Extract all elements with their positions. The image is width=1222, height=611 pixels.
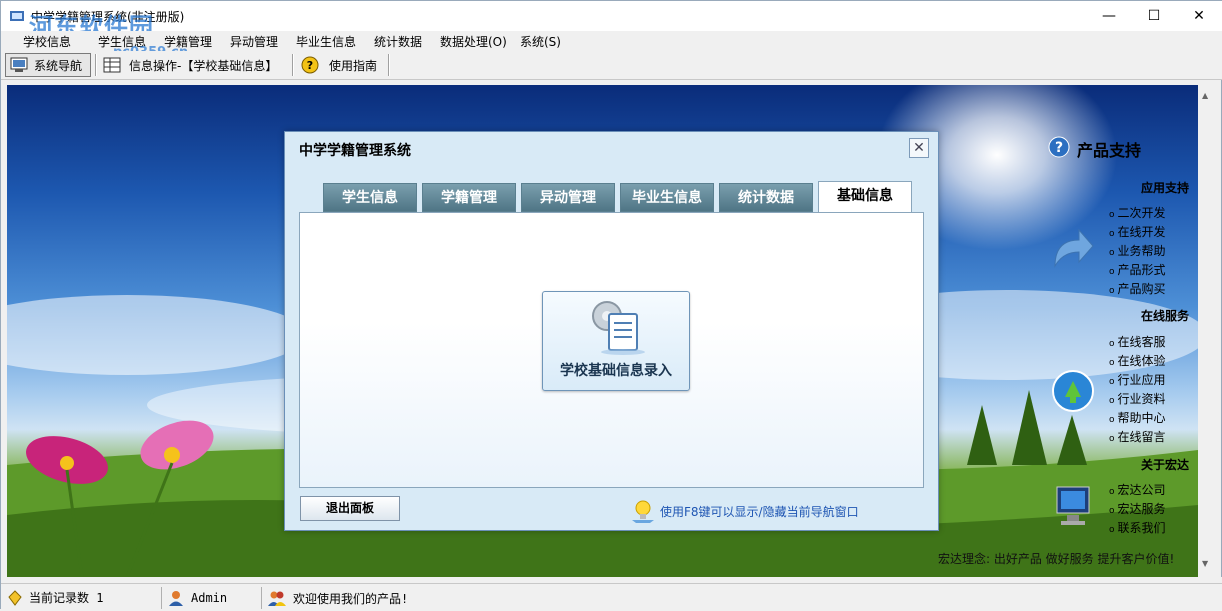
- title-bar: 中学学籍管理系统(非注册版) 河东软件园 — ☐ ✕: [1, 1, 1222, 41]
- close-button[interactable]: ✕: [1176, 1, 1222, 31]
- status-user-text: Admin: [191, 591, 228, 605]
- side-section-app-support: 应用支持: [1141, 181, 1190, 195]
- scroll-down-icon[interactable]: ▼: [1202, 559, 1208, 568]
- guide-button[interactable]: ? 使用指南: [301, 53, 387, 77]
- toolbar-separator: [292, 54, 294, 76]
- scroll-up-icon[interactable]: ▲: [1202, 91, 1208, 100]
- nav-button[interactable]: 系统导航: [5, 53, 91, 77]
- side-link[interactable]: 在线开发: [1109, 223, 1166, 240]
- maximize-icon: ☐: [1147, 8, 1161, 24]
- side-link[interactable]: 业务帮助: [1109, 242, 1166, 259]
- side-section-online-service: 在线服务: [1141, 309, 1190, 323]
- lightbulb-icon: [632, 500, 654, 523]
- f8-hint-text: 使用F8键可以显示/隐藏当前导航窗口: [660, 504, 859, 519]
- guide-label: 使用指南: [329, 58, 378, 73]
- dialog-close-button[interactable]: ✕: [909, 138, 929, 158]
- app-window: 中学学籍管理系统(非注册版) 河东软件园 — ☐ ✕ 学校信息 学生信息 学籍管…: [0, 0, 1222, 611]
- side-link[interactable]: 行业应用: [1109, 371, 1166, 388]
- pin-icon: [8, 589, 22, 606]
- status-records: 当前记录数 1: [7, 589, 103, 606]
- computer-icon: [1056, 486, 1090, 525]
- menu-system[interactable]: 系统(S): [520, 33, 561, 50]
- maximize-button[interactable]: ☐: [1131, 1, 1177, 31]
- app-icon: [10, 11, 24, 21]
- svg-text:?: ?: [1055, 140, 1063, 156]
- dialog-title: 中学学籍管理系统: [299, 143, 411, 159]
- navigation-dialog: 中学学籍管理系统 ✕ 学生信息 学籍管理 异动管理 毕业生信息 统计数据 基础信…: [284, 131, 939, 531]
- side-link[interactable]: 联系我们: [1109, 519, 1166, 536]
- status-welcome-text: 欢迎使用我们的产品!: [293, 591, 409, 606]
- status-separator: [261, 587, 262, 609]
- side-title: 产品支持: [1077, 141, 1142, 160]
- minimize-icon: —: [1102, 8, 1116, 24]
- svg-text:?: ?: [307, 59, 313, 72]
- tab-statistics[interactable]: 统计数据: [719, 183, 813, 212]
- help-icon: ?: [301, 56, 319, 74]
- tab-changes[interactable]: 异动管理: [521, 183, 615, 212]
- school-basic-info-label: 学校基础信息录入: [560, 363, 672, 379]
- side-link[interactable]: 产品购买: [1109, 280, 1166, 297]
- monitor-icon: [10, 57, 28, 72]
- tab-panel: 学校基础信息录入: [299, 212, 924, 488]
- side-link[interactable]: 在线体验: [1109, 352, 1166, 369]
- minimize-button[interactable]: —: [1086, 1, 1132, 31]
- status-separator: [161, 587, 162, 609]
- motto-text: 宏达理念: 出好产品 做好服务 提升客户价值!: [938, 552, 1175, 566]
- close-icon: ✕: [913, 140, 925, 156]
- side-section-about: 关于宏达: [1141, 458, 1190, 472]
- side-link[interactable]: 产品形式: [1109, 261, 1166, 278]
- tab-graduates[interactable]: 毕业生信息: [620, 183, 714, 212]
- menu-statistics[interactable]: 统计数据: [374, 33, 422, 50]
- side-link[interactable]: 在线客服: [1109, 333, 1166, 350]
- close-icon: ✕: [1193, 8, 1205, 24]
- info-ops-label: 信息操作-【学校基础信息】: [129, 58, 278, 73]
- school-basic-info-button[interactable]: 学校基础信息录入: [542, 291, 690, 391]
- tab-student-info[interactable]: 学生信息: [323, 183, 417, 212]
- f8-hint: 使用F8键可以显示/隐藏当前导航窗口: [630, 498, 859, 524]
- menu-changes[interactable]: 异动管理: [230, 33, 278, 50]
- side-link[interactable]: 在线留言: [1109, 428, 1166, 445]
- side-link[interactable]: 帮助中心: [1109, 409, 1166, 426]
- side-link[interactable]: 宏达公司: [1109, 481, 1166, 498]
- globe-icon: [1052, 370, 1094, 412]
- side-link[interactable]: 宏达服务: [1109, 500, 1166, 517]
- side-link[interactable]: 二次开发: [1109, 204, 1166, 221]
- tab-basic-info[interactable]: 基础信息: [818, 181, 912, 213]
- status-user: Admin: [167, 589, 227, 607]
- users-icon: [268, 591, 286, 606]
- user-icon: [169, 591, 183, 606]
- vertical-scrollbar[interactable]: ▲ ▼: [1198, 85, 1217, 577]
- document-gear-icon: [592, 301, 645, 355]
- nav-label: 系统导航: [34, 58, 83, 73]
- tab-enrollment[interactable]: 学籍管理: [422, 183, 516, 212]
- toolbar-separator: [388, 54, 390, 76]
- side-link[interactable]: 行业资料: [1109, 390, 1166, 407]
- toolbar-separator: [95, 54, 97, 76]
- status-records-text: 当前记录数 1: [29, 591, 104, 605]
- arrow-icon: [1054, 228, 1094, 268]
- info-ops-button[interactable]: 信息操作-【学校基础信息】: [103, 53, 287, 77]
- menu-graduates[interactable]: 毕业生信息: [296, 33, 356, 50]
- status-bar: 当前记录数 1 Admin 欢迎使用我们的产品!: [1, 583, 1222, 611]
- menu-data[interactable]: 数据处理(O): [440, 33, 507, 50]
- question-icon: ?: [1048, 136, 1070, 158]
- menu-school-info[interactable]: 学校信息: [23, 33, 71, 50]
- status-welcome: 欢迎使用我们的产品!: [267, 589, 408, 607]
- exit-panel-button[interactable]: 退出面板: [300, 496, 400, 521]
- table-icon: [103, 57, 121, 73]
- toolbar: 系统导航 信息操作-【学校基础信息】 ? 使用指南: [1, 51, 1222, 80]
